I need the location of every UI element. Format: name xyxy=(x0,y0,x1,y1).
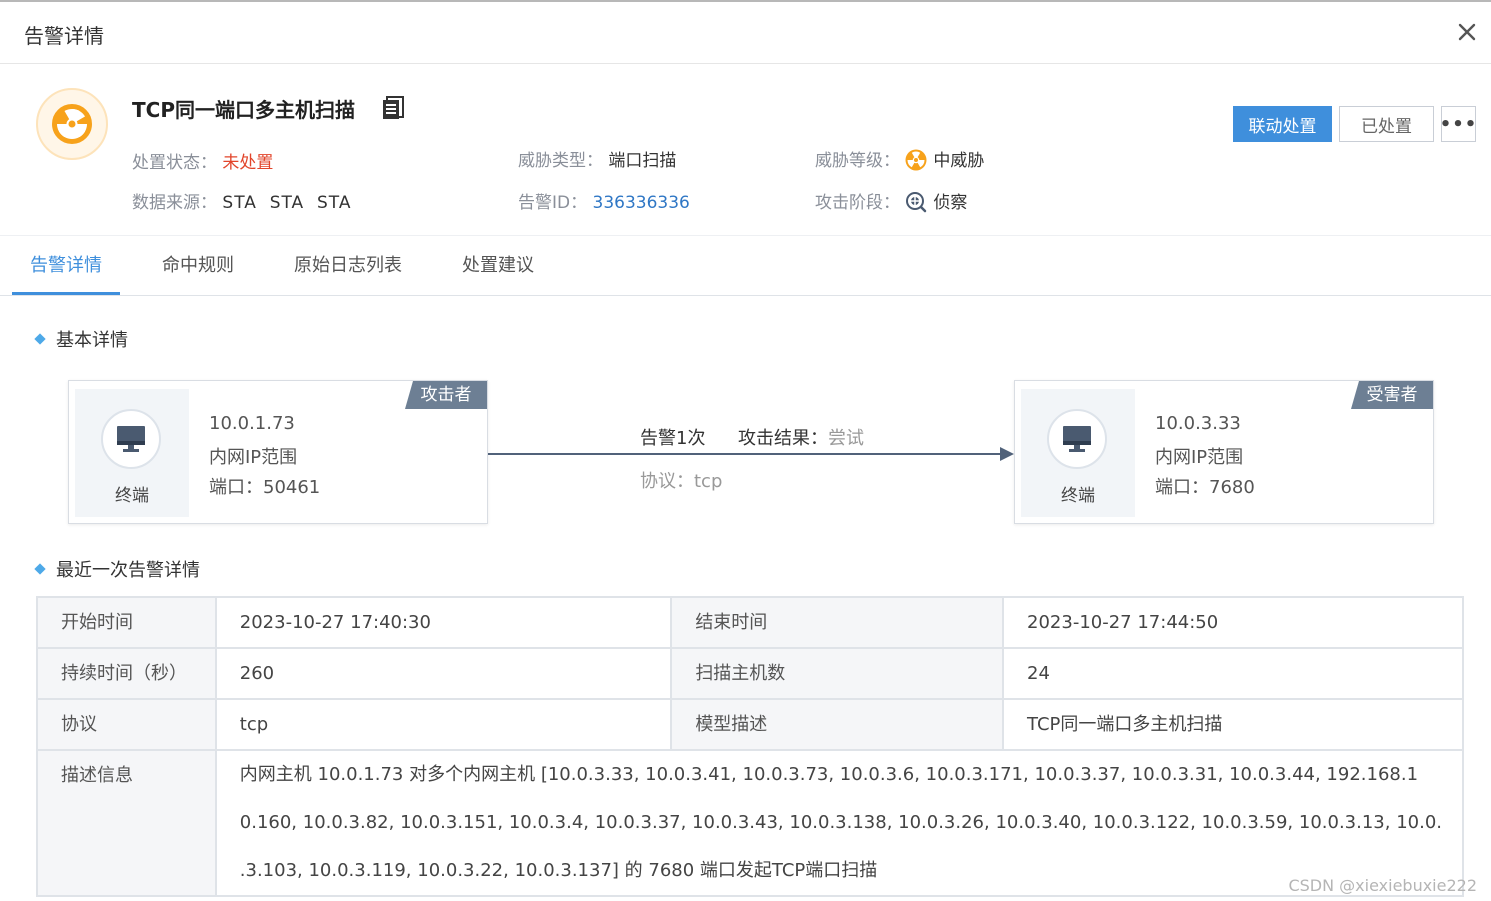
threat-level-value: 中威胁 xyxy=(933,151,985,171)
table-row: 协议 tcp 模型描述 TCP同一端口多主机扫描 xyxy=(36,698,1464,751)
alert-id-field: 告警ID： 336336336 xyxy=(518,193,690,213)
description-cell: 内网主机 10.0.1.73 对多个内网主机 [10.0.3.33, 10.0.… xyxy=(214,749,1465,897)
victim-type: 终端 xyxy=(1061,486,1095,506)
section-recent-alert: 最近一次告警详情 xyxy=(34,556,200,582)
radiation-icon xyxy=(905,149,927,171)
alert-id-value[interactable]: 336336336 xyxy=(593,193,690,213)
attacker-card: 终端 10.0.1.73 内网IP范围 端口：50461 攻击者 xyxy=(68,380,488,524)
section-basic-details: 基本详情 xyxy=(34,326,128,352)
radiation-icon xyxy=(36,88,108,160)
alert-count: 告警1次 xyxy=(640,428,706,449)
diamond-bullet-icon xyxy=(34,563,46,575)
watermark: CSDN @xiexiebuxie222 xyxy=(1288,876,1477,895)
diamond-bullet-icon xyxy=(34,333,46,345)
table-row: 持续时间（秒） 260 扫描主机数 24 xyxy=(36,647,1464,700)
tab-bar: 告警详情 命中规则 原始日志列表 处置建议 xyxy=(0,236,1491,296)
terminal-icon xyxy=(1047,409,1107,469)
attack-result: 攻击结果：尝试 xyxy=(738,428,864,449)
tab-handling-advice[interactable]: 处置建议 xyxy=(448,236,548,295)
table-row: 描述信息 内网主机 10.0.1.73 对多个内网主机 [10.0.3.33, … xyxy=(36,749,1465,897)
more-options-button[interactable]: ••• xyxy=(1440,106,1476,142)
dialog-header: 告警详情 xyxy=(0,2,1491,64)
terminal-icon xyxy=(101,409,161,469)
victim-card: 终端 10.0.3.33 内网IP范围 端口：7680 受害者 xyxy=(1014,380,1434,524)
attacker-range: 内网IP范围 xyxy=(209,447,298,468)
attacker-role-tag: 攻击者 xyxy=(405,381,487,409)
threat-type-field: 威胁类型： 端口扫描 xyxy=(518,151,677,171)
status-field: 处置状态： 未处置 xyxy=(132,153,274,173)
source-value: STA STA STA xyxy=(222,193,352,213)
mark-handled-button[interactable]: 已处置 xyxy=(1339,106,1434,142)
dialog-title: 告警详情 xyxy=(24,24,104,48)
attacker-type: 终端 xyxy=(115,486,149,506)
attack-stage-field: 攻击阶段： 侦察 xyxy=(815,192,968,213)
status-value: 未处置 xyxy=(222,153,274,173)
document-icon[interactable] xyxy=(382,96,404,120)
table-row: 开始时间 2023-10-27 17:40:30 结束时间 2023-10-27… xyxy=(36,596,1464,649)
victim-range: 内网IP范围 xyxy=(1155,447,1244,468)
arrow-right-icon xyxy=(1000,447,1014,461)
recon-search-icon xyxy=(906,192,927,213)
attacker-ip: 10.0.1.73 xyxy=(209,413,295,434)
source-field: 数据来源： STA STA STA xyxy=(132,193,352,213)
attack-link-line xyxy=(488,453,1002,455)
victim-ip: 10.0.3.33 xyxy=(1155,413,1241,434)
recent-alert-table: 开始时间 2023-10-27 17:40:30 结束时间 2023-10-27… xyxy=(36,596,1465,897)
alert-title: TCP同一端口多主机扫描 xyxy=(132,98,355,122)
tab-alert-details[interactable]: 告警详情 xyxy=(12,236,120,295)
attack-stage-value: 侦察 xyxy=(933,193,968,213)
victim-role-tag: 受害者 xyxy=(1351,381,1433,409)
threat-level-field: 威胁等级： 中威胁 xyxy=(815,149,985,171)
linkage-handle-button[interactable]: 联动处置 xyxy=(1233,106,1332,142)
tab-raw-logs[interactable]: 原始日志列表 xyxy=(280,236,416,295)
victim-port: 端口：7680 xyxy=(1155,477,1255,498)
link-protocol: 协议：tcp xyxy=(640,471,723,492)
alert-summary: TCP同一端口多主机扫描 处置状态： 未处置 数据来源： STA STA STA… xyxy=(0,64,1491,236)
attack-result-value: 尝试 xyxy=(828,428,864,449)
threat-type-value: 端口扫描 xyxy=(608,151,677,171)
attacker-port: 端口：50461 xyxy=(209,477,321,498)
close-icon[interactable] xyxy=(1455,20,1479,44)
tab-hit-rules[interactable]: 命中规则 xyxy=(148,236,248,295)
